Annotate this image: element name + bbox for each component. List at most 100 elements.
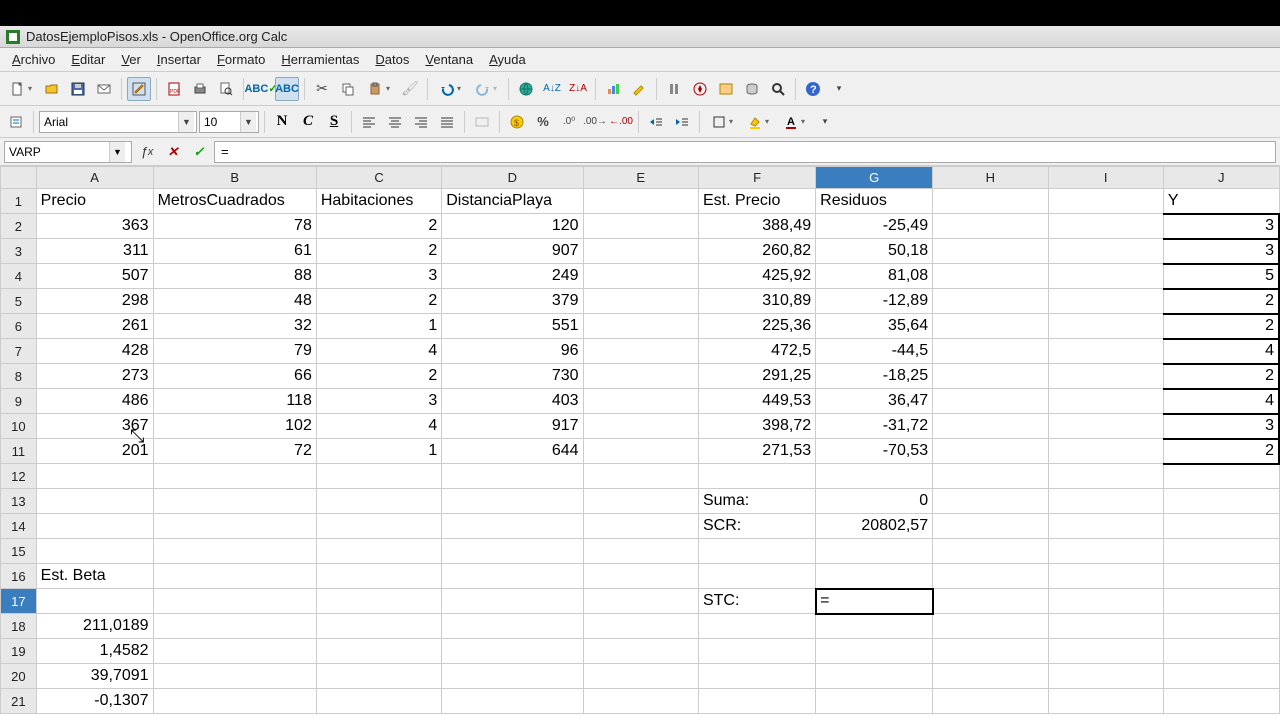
cell-I7[interactable] [1048, 339, 1163, 364]
cell-F15[interactable] [698, 539, 815, 564]
col-header-C[interactable]: C [316, 167, 441, 189]
cell-F17[interactable]: STC: [698, 589, 815, 614]
cell-B1[interactable]: MetrosCuadrados [153, 189, 316, 214]
cell-J1[interactable]: Y [1163, 189, 1279, 214]
cell-G15[interactable] [816, 539, 933, 564]
name-box-input[interactable] [5, 142, 109, 162]
cell-J8[interactable]: 2 [1163, 364, 1279, 389]
cell-J12[interactable] [1163, 464, 1279, 489]
font-size-input[interactable] [200, 112, 240, 132]
cell-G11[interactable]: -70,53 [816, 439, 933, 464]
col-header-H[interactable]: H [933, 167, 1048, 189]
cell-F21[interactable] [698, 689, 815, 714]
cell-D18[interactable] [442, 614, 583, 639]
cell-J16[interactable] [1163, 564, 1279, 589]
formatbar-more-button[interactable]: ▾ [813, 110, 837, 134]
cell-F20[interactable] [698, 664, 815, 689]
cell-B21[interactable] [153, 689, 316, 714]
cell-F6[interactable]: 225,36 [698, 314, 815, 339]
row-header-9[interactable]: 9 [1, 389, 37, 414]
new-doc-button[interactable] [4, 77, 38, 101]
fontcolor-button[interactable]: A [777, 110, 811, 134]
cell-A1[interactable]: Precio [36, 189, 153, 214]
cell-A3[interactable]: 311 [36, 239, 153, 264]
redo-button[interactable] [469, 77, 503, 101]
function-wizard-button[interactable]: ƒx [136, 141, 158, 163]
cell-E7[interactable] [583, 339, 698, 364]
row-header-13[interactable]: 13 [1, 489, 37, 514]
percent-button[interactable]: % [531, 110, 555, 134]
cell-B13[interactable] [153, 489, 316, 514]
col-header-F[interactable]: F [698, 167, 815, 189]
cell-I20[interactable] [1048, 664, 1163, 689]
remove-decimal-button[interactable]: ←.00 [609, 110, 633, 134]
cell-J3[interactable]: 3 [1163, 239, 1279, 264]
cell-D9[interactable]: 403 [442, 389, 583, 414]
cell-B14[interactable] [153, 514, 316, 539]
cell-E15[interactable] [583, 539, 698, 564]
spreadsheet-grid[interactable]: ABCDEFGHIJ1PrecioMetrosCuadradosHabitaci… [0, 166, 1280, 714]
accept-button[interactable]: ✓ [188, 141, 210, 163]
bgcolor-button[interactable] [741, 110, 775, 134]
cell-F16[interactable] [698, 564, 815, 589]
cell-C3[interactable]: 2 [316, 239, 441, 264]
toolbar-more-button[interactable]: ▾ [827, 77, 851, 101]
cell-H16[interactable] [933, 564, 1048, 589]
cell-I2[interactable] [1048, 214, 1163, 239]
cell-I14[interactable] [1048, 514, 1163, 539]
cell-I19[interactable] [1048, 639, 1163, 664]
cell-H2[interactable] [933, 214, 1048, 239]
print-preview-button[interactable] [214, 77, 238, 101]
cell-D7[interactable]: 96 [442, 339, 583, 364]
cell-A4[interactable]: 507 [36, 264, 153, 289]
cell-I16[interactable] [1048, 564, 1163, 589]
cell-I21[interactable] [1048, 689, 1163, 714]
cell-D17[interactable] [442, 589, 583, 614]
cell-E12[interactable] [583, 464, 698, 489]
cell-C18[interactable] [316, 614, 441, 639]
cancel-button[interactable]: ✕ [162, 141, 184, 163]
align-center-button[interactable] [383, 110, 407, 134]
cell-E20[interactable] [583, 664, 698, 689]
cell-A10[interactable]: 367 [36, 414, 153, 439]
cell-I12[interactable] [1048, 464, 1163, 489]
cell-C14[interactable] [316, 514, 441, 539]
cell-B8[interactable]: 66 [153, 364, 316, 389]
row-header-17[interactable]: 17 [1, 589, 37, 614]
cell-E19[interactable] [583, 639, 698, 664]
menu-insertar[interactable]: Insertar [149, 49, 209, 70]
cell-B6[interactable]: 32 [153, 314, 316, 339]
borders-button[interactable] [705, 110, 739, 134]
cell-J6[interactable]: 2 [1163, 314, 1279, 339]
cell-H9[interactable] [933, 389, 1048, 414]
cell-A12[interactable] [36, 464, 153, 489]
cell-G10[interactable]: -31,72 [816, 414, 933, 439]
cell-G9[interactable]: 36,47 [816, 389, 933, 414]
cell-D15[interactable] [442, 539, 583, 564]
email-button[interactable] [92, 77, 116, 101]
cell-I10[interactable] [1048, 414, 1163, 439]
cell-I4[interactable] [1048, 264, 1163, 289]
cell-H8[interactable] [933, 364, 1048, 389]
cell-D11[interactable]: 644 [442, 439, 583, 464]
cell-G13[interactable]: 0 [816, 489, 933, 514]
cell-D3[interactable]: 907 [442, 239, 583, 264]
cell-I8[interactable] [1048, 364, 1163, 389]
cell-B19[interactable] [153, 639, 316, 664]
cell-A5[interactable]: 298 [36, 289, 153, 314]
cell-C8[interactable]: 2 [316, 364, 441, 389]
cell-H12[interactable] [933, 464, 1048, 489]
cell-J7[interactable]: 4 [1163, 339, 1279, 364]
row-header-18[interactable]: 18 [1, 614, 37, 639]
paste-button[interactable] [362, 77, 396, 101]
cell-B9[interactable]: 118 [153, 389, 316, 414]
cell-I9[interactable] [1048, 389, 1163, 414]
font-size-combo[interactable]: ▼ [199, 111, 259, 133]
cell-G20[interactable] [816, 664, 933, 689]
cell-J5[interactable]: 2 [1163, 289, 1279, 314]
cell-H21[interactable] [933, 689, 1048, 714]
cell-A9[interactable]: 486 [36, 389, 153, 414]
chevron-down-icon[interactable]: ▼ [240, 112, 256, 132]
cell-H15[interactable] [933, 539, 1048, 564]
align-justify-button[interactable] [435, 110, 459, 134]
